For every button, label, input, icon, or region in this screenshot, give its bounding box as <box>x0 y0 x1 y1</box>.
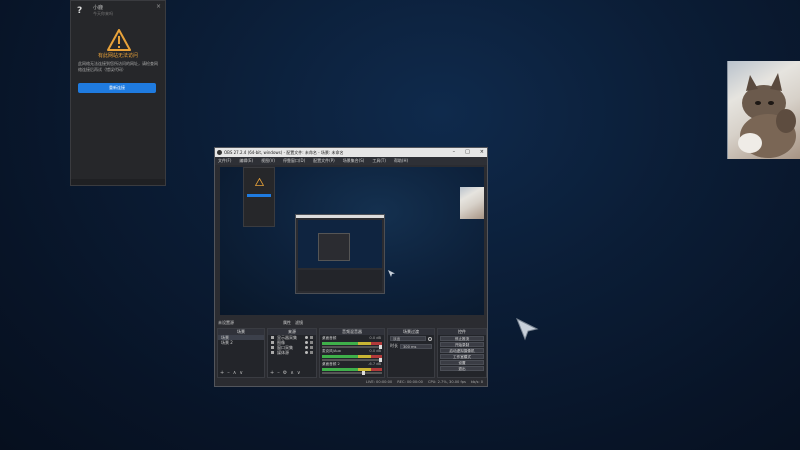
visibility-eye-icon[interactable] <box>305 351 308 354</box>
volume-slider[interactable] <box>322 371 382 375</box>
visibility-eye-icon[interactable] <box>305 346 308 349</box>
remove-scene-button[interactable]: – <box>227 370 230 376</box>
preview-help-popup <box>243 167 275 227</box>
menu-scene-collection[interactable]: 场景集合(S) <box>343 157 365 165</box>
duration-label: 时长 <box>390 343 398 348</box>
obs-menubar: 文件(F) 编辑(E) 视图(V) 停靠窗口(D) 配置文件(P) 场景集合(S… <box>215 157 487 165</box>
obs-window: OBS 27.2.4 (64-bit, windows) - 配置文件: 未命名… <box>214 147 488 387</box>
volume-meter <box>322 355 382 358</box>
display-icon <box>271 336 274 339</box>
menu-help[interactable]: 帮助(H) <box>394 157 408 165</box>
preview-popup-button <box>247 194 271 197</box>
controls-dock-title: 控件 <box>438 329 486 335</box>
move-source-down-button[interactable]: ∨ <box>297 370 301 376</box>
webcam-overlay-image <box>727 61 800 159</box>
popup-message: 此网络无法连接到您所访问的网址，请检查网络连接后再试（错误代码） <box>78 61 158 72</box>
controls-dock: 控件 停止推流 开始录制 启动虚拟摄像机 工作室模式 设置 退出 <box>437 328 487 378</box>
obs-titlebar[interactable]: OBS 27.2.4 (64-bit, windows) - 配置文件: 未命名… <box>215 148 487 157</box>
add-scene-button[interactable]: + <box>220 370 224 376</box>
popup-heading: 有此网站无法访问 <box>97 53 138 59</box>
obs-preview-canvas[interactable] <box>220 167 484 315</box>
lock-icon[interactable] <box>310 341 313 344</box>
warning-icon <box>107 29 131 51</box>
visibility-eye-icon[interactable] <box>305 341 308 344</box>
filters-button[interactable]: 滤镜 <box>295 318 303 327</box>
volume-meter <box>322 368 382 371</box>
mixer-channel: 桌面音频 0.0 dB <box>320 335 384 349</box>
close-button[interactable]: × <box>480 148 484 157</box>
menu-edit[interactable]: 编辑(E) <box>239 157 253 165</box>
volume-meter <box>322 342 382 345</box>
rec-timer: REC: 00:00:00 <box>397 380 423 384</box>
mixer-channel: 桌面音频 2 -6.7 dB <box>320 361 384 375</box>
nested-panels <box>298 270 382 291</box>
source-label: 媒体源 <box>277 350 289 355</box>
virtual-camera-button[interactable]: 启动虚拟摄像机 <box>440 348 484 353</box>
popup-app-subtitle: 今天你来吗 <box>93 11 113 16</box>
studio-mode-button[interactable]: 工作室模式 <box>440 354 484 359</box>
menu-tools[interactable]: 工具(T) <box>372 157 386 165</box>
remove-source-button[interactable]: – <box>277 370 280 376</box>
popup-app-name: 小鹿 <box>93 5 104 11</box>
lock-icon[interactable] <box>310 336 313 339</box>
preview-nested-obs <box>295 214 385 294</box>
help-popup-window: ? 小鹿 今天你来吗 × 有此网站无法访问 此网络无法连接到您所访问的网址，请检… <box>70 0 166 186</box>
move-scene-down-button[interactable]: ∨ <box>239 370 243 376</box>
scene-item[interactable]: 场景 2 <box>218 340 264 345</box>
media-icon <box>271 351 274 354</box>
obs-statusbar: LIVE: 00:00:00 REC: 00:00:00 CPU: 2.7%, … <box>215 378 487 386</box>
help-icon[interactable]: ? <box>77 6 82 16</box>
start-recording-button[interactable]: 开始录制 <box>440 342 484 347</box>
mixer-channel: 麦克风/Aux 0.0 dB <box>320 348 384 362</box>
live-timer: LIVE: 00:00:00 <box>365 380 393 384</box>
obs-logo-icon <box>217 150 222 155</box>
scene-transitions-dock: 场景过渡 淡出 时长 300 ms <box>387 328 435 378</box>
menu-view[interactable]: 视图(V) <box>261 157 275 165</box>
lock-icon[interactable] <box>310 351 313 354</box>
stop-streaming-button[interactable]: 停止推流 <box>440 336 484 341</box>
audio-mixer-dock: 音频混音器 桌面音频 0.0 dB 麦克风/Aux 0.0 dB 桌面音频 2 … <box>319 328 385 378</box>
move-scene-up-button[interactable]: ∧ <box>233 370 237 376</box>
reconnect-button[interactable]: 重新连接 <box>78 83 156 93</box>
preview-warning-icon <box>255 178 264 186</box>
close-icon[interactable]: × <box>156 3 161 10</box>
sources-dock: 来源 显示器采集 图像 窗口采集 媒体源 + – ⚙ ∧ ∨ <box>267 328 317 378</box>
lock-icon[interactable] <box>310 346 313 349</box>
no-source-label: 未设置源 <box>218 320 234 325</box>
popup-footer <box>71 179 165 185</box>
menu-docks[interactable]: 停靠窗口(D) <box>283 157 305 165</box>
add-source-button[interactable]: + <box>270 370 274 376</box>
gear-icon[interactable] <box>428 336 432 341</box>
source-toolbar: 未设置源 属性 滤镜 <box>215 318 487 327</box>
transition-type-select[interactable]: 淡出 <box>390 336 426 341</box>
maximize-button[interactable]: □ <box>465 148 470 157</box>
scenes-dock: 场景 场景 场景 2 + – ∧ ∨ <box>217 328 265 378</box>
preview-cursor-icon <box>388 270 395 277</box>
duration-input[interactable]: 300 ms <box>400 343 432 349</box>
menu-profile[interactable]: 配置文件(P) <box>313 157 335 165</box>
source-settings-button[interactable]: ⚙ <box>283 370 287 376</box>
minimize-button[interactable]: – <box>453 148 456 157</box>
channel-db: 0.0 dB <box>369 336 381 340</box>
bitrate: kb/s: 0 <box>470 380 483 384</box>
move-source-up-button[interactable]: ∧ <box>290 370 294 376</box>
cpu-fps: CPU: 2.7%, 30.00 fps <box>427 380 466 384</box>
window-icon <box>271 346 274 349</box>
settings-button[interactable]: 设置 <box>440 360 484 365</box>
image-icon <box>271 341 274 344</box>
properties-button[interactable]: 属性 <box>283 318 291 327</box>
source-item[interactable]: 媒体源 <box>268 350 316 355</box>
nested-inner-window <box>318 233 350 261</box>
preview-webcam <box>460 187 484 219</box>
visibility-eye-icon[interactable] <box>305 336 308 339</box>
exit-button[interactable]: 退出 <box>440 366 484 371</box>
mouse-cursor-icon <box>516 317 539 341</box>
menu-file[interactable]: 文件(F) <box>218 157 231 165</box>
channel-db: 0.0 dB <box>369 349 381 353</box>
cat-photo-icon <box>738 73 796 158</box>
nested-titlebar <box>296 215 384 218</box>
obs-window-title: OBS 27.2.4 (64-bit, windows) - 配置文件: 未命名… <box>224 150 344 155</box>
channel-db: -6.7 dB <box>368 362 381 366</box>
